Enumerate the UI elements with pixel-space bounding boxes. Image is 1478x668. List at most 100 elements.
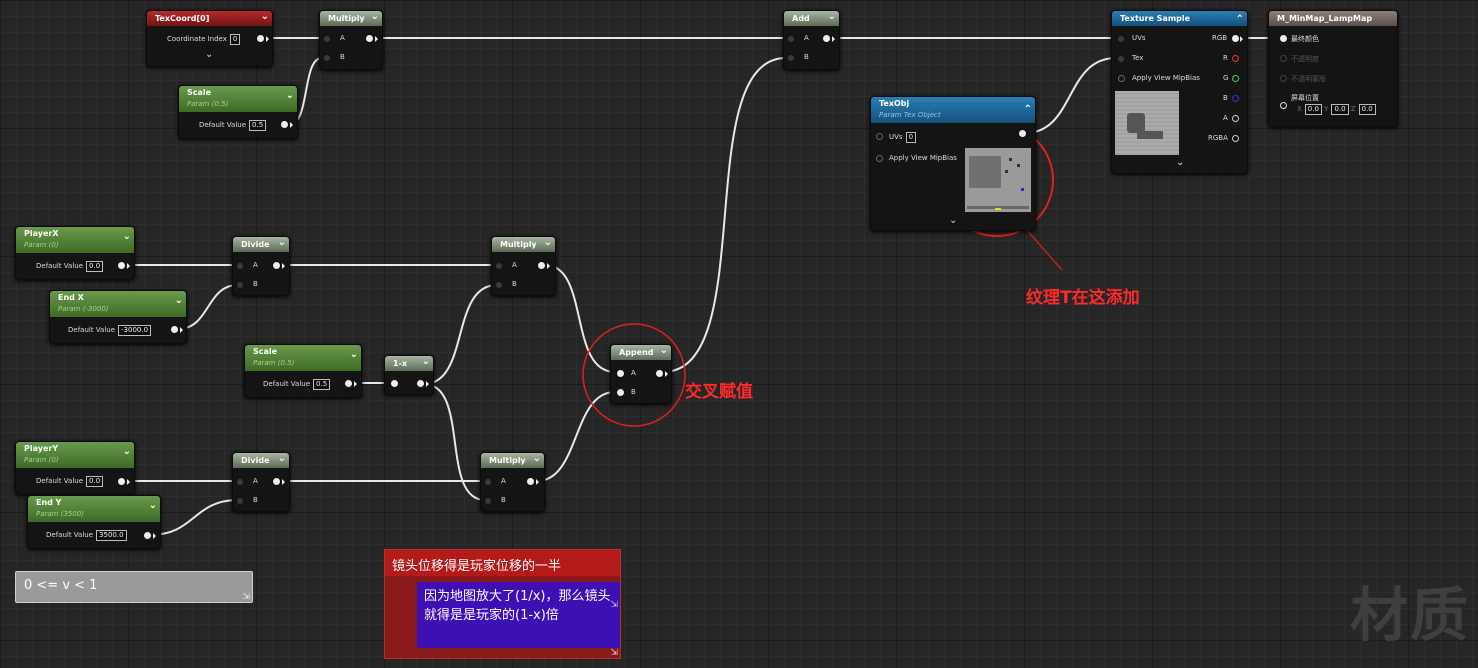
- camera-comment-box[interactable]: 镜头位移得是玩家位移的一半 因为地图放大了(1/x)，那么镜头就得是是玩家的(1…: [384, 549, 621, 659]
- input-pin-a[interactable]: [485, 479, 491, 485]
- divide-node-x[interactable]: Divide A B: [232, 235, 290, 296]
- input-pin-a[interactable]: [617, 370, 624, 377]
- z-input[interactable]: 0.0: [1358, 104, 1376, 115]
- playerx-header[interactable]: PlayerX Param (0): [16, 227, 134, 253]
- output-pin[interactable]: [171, 326, 178, 333]
- output-pin[interactable]: [281, 121, 288, 128]
- output-pin-g[interactable]: [1232, 75, 1239, 82]
- add-node[interactable]: Add A B: [783, 9, 840, 70]
- input-pin-b[interactable]: [496, 282, 502, 288]
- output-pin[interactable]: [656, 370, 663, 377]
- output-pin[interactable]: [527, 478, 534, 485]
- output-pin[interactable]: [345, 380, 352, 387]
- input-pin-opacity-mask[interactable]: [1280, 75, 1287, 82]
- input-pin-screen-position[interactable]: [1280, 102, 1287, 109]
- y-input[interactable]: 0.0: [1331, 104, 1349, 115]
- input-pin-opacity[interactable]: [1280, 55, 1287, 62]
- input-pin-uvs[interactable]: [876, 133, 883, 140]
- texcoord-node[interactable]: TexCoord[0] Coordinate Index 0 ⌄: [146, 9, 273, 67]
- output-pin[interactable]: [823, 35, 830, 42]
- add-header[interactable]: Add: [784, 9, 839, 26]
- endy-param-node[interactable]: End Y Param (3500) Default Value 3500.0: [27, 495, 161, 549]
- playery-param-node[interactable]: PlayerY Param (0) Default Value 0.0: [15, 441, 135, 495]
- default-value-input[interactable]: 0.0: [86, 261, 104, 272]
- output-pin[interactable]: [257, 35, 264, 42]
- output-pin[interactable]: [273, 478, 280, 485]
- texture-sample-header[interactable]: Texture Sample: [1112, 11, 1247, 27]
- divide-node-y[interactable]: Divide A B: [232, 451, 290, 512]
- resize-handle-icon[interactable]: ⇲: [610, 648, 618, 658]
- scale-header[interactable]: Scale Param (0.5): [179, 86, 297, 112]
- playery-header[interactable]: PlayerY Param (0): [16, 442, 134, 468]
- range-comment-box[interactable]: 0 <= v < 1 ⇲: [15, 571, 253, 603]
- default-value-input[interactable]: 0.5: [313, 379, 331, 390]
- input-pin-b[interactable]: [237, 498, 243, 504]
- endx-param-node[interactable]: End X Param (-3000) Default Value -3000.0: [49, 290, 187, 344]
- default-value-input[interactable]: 0.0: [86, 476, 104, 487]
- input-pin-b[interactable]: [237, 282, 243, 288]
- endx-header[interactable]: End X Param (-3000): [50, 291, 186, 317]
- texture-sample-node[interactable]: Texture Sample UVs Tex Apply View MipBia…: [1111, 10, 1248, 174]
- endy-header[interactable]: End Y Param (3500): [28, 496, 160, 522]
- chevron-down-icon[interactable]: ⌄: [949, 215, 957, 226]
- multiply-header[interactable]: Multiply: [492, 235, 555, 252]
- input-pin-a[interactable]: [237, 263, 243, 269]
- input-pin-tex[interactable]: [1118, 56, 1124, 62]
- output-pin[interactable]: [118, 478, 125, 485]
- output-pin[interactable]: [366, 35, 373, 42]
- texobj-header[interactable]: TexObj Param Tex Object: [871, 97, 1035, 123]
- camera-comment-header[interactable]: 镜头位移得是玩家位移的一半: [385, 550, 620, 576]
- output-pin[interactable]: [118, 262, 125, 269]
- output-pin[interactable]: [417, 380, 424, 387]
- uvs-input[interactable]: 0: [905, 132, 917, 143]
- output-pin[interactable]: [273, 262, 280, 269]
- output-pin[interactable]: [1019, 130, 1026, 137]
- input-pin-uvs[interactable]: [1118, 36, 1124, 42]
- one-minus-node[interactable]: 1-x: [384, 354, 434, 395]
- resize-handle-icon[interactable]: ⇲: [242, 592, 250, 602]
- multiply-header[interactable]: Multiply: [481, 451, 544, 468]
- input-pin-b[interactable]: [788, 55, 794, 61]
- input-pin-a[interactable]: [788, 36, 794, 42]
- one-minus-header[interactable]: 1-x: [385, 354, 433, 371]
- append-node[interactable]: Append A B: [610, 343, 672, 404]
- default-value-input[interactable]: 3500.0: [96, 530, 127, 541]
- resize-handle-icon[interactable]: ⇲: [610, 600, 618, 610]
- chevron-down-icon[interactable]: ⌄: [205, 49, 213, 60]
- output-pin-rgb[interactable]: [1232, 35, 1239, 42]
- multiply-node-bottom[interactable]: Multiply A B: [480, 451, 545, 512]
- divide-header[interactable]: Divide: [233, 235, 289, 252]
- divide-header[interactable]: Divide: [233, 451, 289, 468]
- output-pin[interactable]: [538, 262, 545, 269]
- multiply-header[interactable]: Multiply: [320, 9, 382, 26]
- material-header[interactable]: M_MinMap_LampMap: [1269, 11, 1397, 26]
- input-pin-base-color[interactable]: [1280, 35, 1287, 42]
- append-header[interactable]: Append: [611, 343, 671, 360]
- scale-param-node-mid[interactable]: Scale Param (0.5) Default Value 0.5: [244, 344, 362, 398]
- x-input[interactable]: 0.0: [1304, 104, 1322, 115]
- input-pin-b[interactable]: [617, 389, 624, 396]
- output-pin[interactable]: [144, 532, 151, 539]
- output-pin-rgba[interactable]: [1232, 135, 1239, 142]
- chevron-down-icon[interactable]: ⌄: [1176, 157, 1184, 168]
- multiply-node-top[interactable]: Multiply A B: [319, 9, 383, 70]
- input-pin-mipbias[interactable]: [876, 155, 883, 162]
- output-pin-a[interactable]: [1232, 115, 1239, 122]
- camera-comment-inner[interactable]: 因为地图放大了(1/x)，那么镜头就得是是玩家的(1-x)倍 ⇲: [417, 582, 620, 648]
- material-output-node[interactable]: M_MinMap_LampMap 最终颜色 不透明度 不透明蒙版 屏幕位置 X0…: [1268, 10, 1398, 127]
- scale-header[interactable]: Scale Param (0.5): [245, 345, 361, 371]
- coordinate-index-input[interactable]: 0: [229, 34, 241, 45]
- playerx-param-node[interactable]: PlayerX Param (0) Default Value 0.0: [15, 226, 135, 280]
- input-pin-a[interactable]: [324, 36, 330, 42]
- output-pin-b[interactable]: [1232, 95, 1239, 102]
- output-pin-r[interactable]: [1232, 55, 1239, 62]
- texobj-node[interactable]: TexObj Param Tex Object UVs 0 Apply View M…: [870, 96, 1036, 231]
- input-pin-b[interactable]: [485, 498, 491, 504]
- texcoord-header[interactable]: TexCoord[0]: [147, 9, 272, 26]
- input-pin-a[interactable]: [496, 263, 502, 269]
- scale-param-node-top[interactable]: Scale Param (0.5) Default Value 0.5: [178, 85, 298, 139]
- input-pin-a[interactable]: [237, 479, 243, 485]
- default-value-input[interactable]: 0.5: [249, 120, 267, 131]
- default-value-input[interactable]: -3000.0: [118, 325, 152, 336]
- input-pin[interactable]: [391, 380, 398, 387]
